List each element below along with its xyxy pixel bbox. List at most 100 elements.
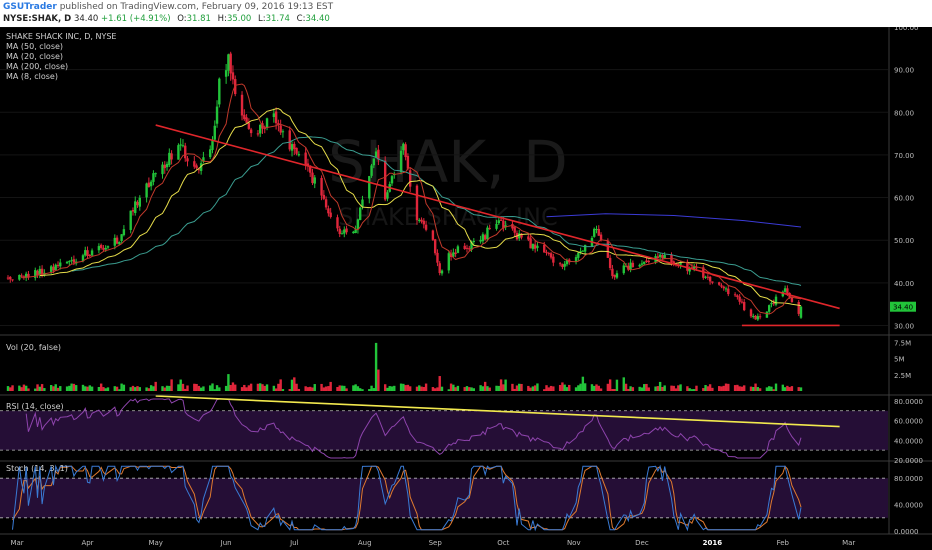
volume-bar	[486, 386, 489, 391]
candle-body	[152, 173, 155, 182]
volume-bar	[263, 385, 266, 391]
volume-bar	[68, 385, 71, 391]
candle-body	[786, 288, 789, 294]
volume-bar	[245, 387, 248, 391]
volume-bar	[368, 389, 371, 391]
author-link[interactable]: GSUTrader	[3, 2, 57, 12]
volume-bar	[259, 383, 262, 391]
volume-bar	[152, 386, 155, 391]
candle-body	[399, 150, 403, 173]
candle-body	[352, 231, 355, 234]
quote-line: NYSE:SHAK, D 34.40 +1.61 (+4.91%) O:31.8…	[3, 14, 330, 24]
volume-bar	[404, 385, 407, 391]
volume-bar	[672, 385, 675, 391]
volume-bar	[579, 383, 582, 391]
price-tick: 70.00	[894, 152, 914, 160]
volume-bar	[274, 388, 278, 391]
candle-body	[163, 164, 166, 169]
candle-body	[72, 259, 76, 263]
volume-bar	[765, 387, 769, 391]
candle-body	[536, 245, 539, 249]
price-tick: 50.00	[894, 237, 914, 245]
candle-body	[483, 235, 487, 240]
volume-bar	[504, 379, 507, 391]
last-price-badge-text: 34.40	[893, 304, 913, 312]
volume-bar	[147, 388, 151, 391]
candle-body	[613, 274, 616, 278]
volume-bar	[677, 385, 680, 391]
candle-body	[402, 143, 405, 151]
candle-body	[638, 264, 641, 267]
price-tick: 80.00	[894, 109, 914, 117]
candle-body	[543, 244, 546, 253]
candle-body	[263, 128, 266, 130]
volume-bar	[463, 387, 466, 391]
candle-body	[465, 247, 469, 249]
volume-bar	[663, 385, 666, 391]
volume-bar	[54, 384, 57, 391]
volume-bar	[499, 379, 503, 391]
volume-panel[interactable]	[0, 336, 888, 394]
volume-bar	[565, 387, 569, 391]
volume-bar	[265, 384, 269, 391]
candle-body	[472, 240, 476, 242]
volume-bar	[658, 381, 662, 391]
volume-bar	[520, 383, 523, 391]
volume-bar	[343, 385, 346, 391]
volume-bar	[227, 374, 230, 391]
volume-bar	[215, 385, 219, 391]
candle-body	[447, 253, 451, 271]
volume-bar	[354, 384, 357, 391]
candle-body	[213, 125, 216, 140]
volume-bar	[629, 386, 632, 391]
volume-bar	[134, 387, 137, 391]
volume-bar	[468, 387, 471, 391]
last-price: 34.40	[73, 14, 99, 24]
volume-bar	[179, 379, 182, 391]
volume-bar	[131, 385, 135, 391]
candle-body	[558, 263, 562, 265]
rsi-tick: 20.0000	[894, 457, 923, 465]
candle-body	[527, 236, 530, 240]
volume-bar	[361, 389, 364, 391]
candle-body	[438, 263, 441, 274]
x-tick-label: Jul	[289, 539, 299, 547]
candle-body	[704, 276, 707, 278]
chart-canvas[interactable]: SHAK, D SHAKE SHACK INC 100.00 90.00 80.00…	[0, 27, 932, 550]
high-value: 35.00	[226, 14, 252, 24]
candle-body	[338, 228, 341, 235]
candle-body	[272, 113, 276, 117]
candle-body	[227, 54, 230, 71]
candle-body	[168, 152, 171, 166]
candle-body	[488, 228, 491, 230]
volume-bar	[338, 385, 341, 391]
candle-body	[415, 185, 419, 221]
candle-body	[147, 182, 151, 187]
candle-body	[86, 250, 89, 256]
volume-bar	[38, 386, 42, 391]
volume-bar	[352, 385, 355, 391]
candle-body	[281, 131, 285, 133]
candle-body	[720, 285, 723, 287]
volume-bar	[115, 386, 119, 391]
volume-bar	[59, 386, 62, 391]
volume-bar	[447, 389, 451, 391]
volume-bar	[313, 384, 316, 391]
candle-body	[134, 201, 137, 213]
candle-body	[313, 177, 316, 184]
stoch-tick: 80.0000	[894, 475, 923, 483]
volume-bar	[34, 388, 37, 391]
candle-body	[583, 244, 587, 252]
volume-bar	[218, 387, 221, 391]
volume-bar	[399, 383, 403, 391]
candle-body	[247, 122, 251, 129]
volume-bar	[154, 381, 157, 391]
ma200-label: MA (200, close)	[6, 62, 68, 71]
publish-info: published on TradingView.com, February 0…	[59, 2, 334, 12]
volume-bar	[249, 383, 253, 391]
candle-body	[122, 229, 126, 236]
candle-body	[154, 173, 157, 175]
volume-bar	[708, 384, 712, 391]
chart-background	[0, 27, 932, 550]
candle-body	[408, 170, 412, 187]
